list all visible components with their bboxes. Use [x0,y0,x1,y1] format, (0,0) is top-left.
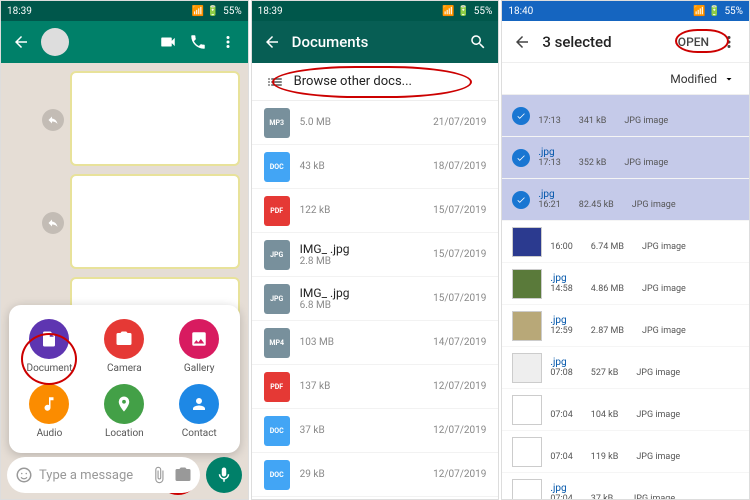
document-row[interactable]: DOC37 kB12/07/2019 [252,409,499,453]
status-time: 18:40 [508,6,533,17]
document-row[interactable]: DOC29 kB12/07/2019 [252,453,499,497]
file-type-icon: PDF [264,372,290,402]
status-time: 18:39 [258,6,283,17]
attach-contact[interactable]: Contact [167,384,232,439]
file-list[interactable]: 17:13341 kBJPG image.jpg17:13352 kBJPG i… [502,95,749,499]
attachment-sheet: DocumentCameraGallery AudioLocationContac… [9,305,240,453]
file-row[interactable]: .jpg07:0437 kBJPG image [502,473,749,499]
file-picker-header: 3 selected OPEN [502,21,749,63]
browse-label: Browse other docs... [294,74,412,89]
document-list[interactable]: MP35.0 MB21/07/2019DOC43 kB18/07/2019PDF… [252,101,499,499]
document-row[interactable]: PDF122 kB15/07/2019 [252,189,499,233]
selection-count: 3 selected [542,33,611,51]
file-type-icon: DOC [264,152,290,182]
attach-document[interactable]: Document [17,319,82,374]
open-button[interactable]: OPEN [678,35,709,49]
documents-screen: 18:39 📶 🔋 55% Documents Browse other doc… [251,0,500,500]
checkmark-icon[interactable] [512,191,530,209]
message-input[interactable]: Type a message [7,457,200,493]
page-title: Documents [292,33,369,51]
status-time: 18:39 [7,6,32,17]
browse-other-docs[interactable]: Browse other docs... [252,63,499,101]
file-row[interactable]: 16:006.74 MBJPG image [502,221,749,263]
file-row[interactable]: .jpg17:13352 kBJPG image [502,137,749,179]
sort-label: Modified [670,72,717,86]
mic-button[interactable] [206,457,242,493]
attach-camera[interactable]: Camera [92,319,157,374]
file-type-icon: MP4 [264,328,290,358]
attach-icon[interactable] [150,466,168,484]
document-row[interactable]: DOC43 kB18/07/2019 [252,145,499,189]
file-picker-screen: 18:40 📶 🔋 55% 3 selected OPEN Modified 1… [501,0,750,500]
file-type-icon: DOC [264,416,290,446]
input-bar: Type a message [1,453,248,497]
chat-area: DocumentCameraGallery AudioLocationContac… [1,63,248,499]
documents-header: Documents [252,21,499,63]
message-bubble[interactable] [70,174,240,269]
status-bar: 18:39 📶 🔋 55% [252,1,499,21]
file-type-icon: JPG [264,284,290,314]
file-row[interactable]: .jpg07:08527 kBJPG image [502,347,749,389]
list-icon [266,73,284,91]
status-icons: 📶 🔋 55% [442,6,492,17]
emoji-icon[interactable] [15,466,33,484]
whatsapp-chat-screen: 18:39 📶 🔋 55% DocumentCameraGallery Audio… [0,0,249,500]
voice-call-icon[interactable] [188,32,208,52]
forward-icon[interactable] [42,212,64,234]
back-icon[interactable] [512,32,532,52]
file-row[interactable]: 17:13341 kBJPG image [502,95,749,137]
checkmark-icon[interactable] [512,149,530,167]
attach-audio[interactable]: Audio [17,384,82,439]
file-type-icon: DOC [264,460,290,490]
file-thumbnail [512,269,542,299]
file-type-icon: MP3 [264,108,290,138]
file-row[interactable]: .jpg16:2182.45 kBJPG image [502,179,749,221]
file-thumbnail [512,437,542,467]
video-call-icon[interactable] [158,32,178,52]
file-type-icon: JPG [264,240,290,270]
file-thumbnail [512,311,542,341]
checkmark-icon[interactable] [512,107,530,125]
file-thumbnail [512,227,542,257]
file-row[interactable]: .jpg12:592.87 MBJPG image [502,305,749,347]
status-icons: 📶 🔋 55% [693,6,743,17]
file-row[interactable]: 07:04119 kBJPG image [502,431,749,473]
file-row[interactable]: 07:04104 kBJPG image [502,389,749,431]
file-thumbnail [512,395,542,425]
attach-location[interactable]: Location [92,384,157,439]
attach-gallery[interactable]: Gallery [167,319,232,374]
file-thumbnail [512,479,542,500]
back-icon[interactable] [262,32,282,52]
document-row[interactable]: JPGIMG_ .jpg6.8 MB15/07/2019 [252,277,499,321]
status-icons: 📶 🔋 55% [192,6,242,17]
more-icon[interactable] [719,32,739,52]
document-row[interactable]: PDF137 kB12/07/2019 [252,365,499,409]
document-row[interactable]: JPGIMG_ .jpg2.8 MB15/07/2019 [252,233,499,277]
contact-avatar[interactable] [41,28,69,56]
input-placeholder: Type a message [39,468,133,483]
chevron-down-icon [723,73,735,85]
document-row[interactable]: MP35.0 MB21/07/2019 [252,101,499,145]
document-row[interactable]: MP4103 MB14/07/2019 [252,321,499,365]
camera-icon[interactable] [174,466,192,484]
back-icon[interactable] [11,32,31,52]
search-icon[interactable] [468,32,488,52]
sort-bar[interactable]: Modified [502,63,749,95]
file-thumbnail [512,353,542,383]
status-bar: 18:39 📶 🔋 55% [1,1,248,21]
chat-header [1,21,248,63]
forward-icon[interactable] [42,109,64,131]
message-bubble[interactable] [70,71,240,166]
status-bar: 18:40 📶 🔋 55% [502,1,749,21]
file-row[interactable]: .jpg14:584.86 MBJPG image [502,263,749,305]
more-icon[interactable] [218,32,238,52]
file-type-icon: PDF [264,196,290,226]
